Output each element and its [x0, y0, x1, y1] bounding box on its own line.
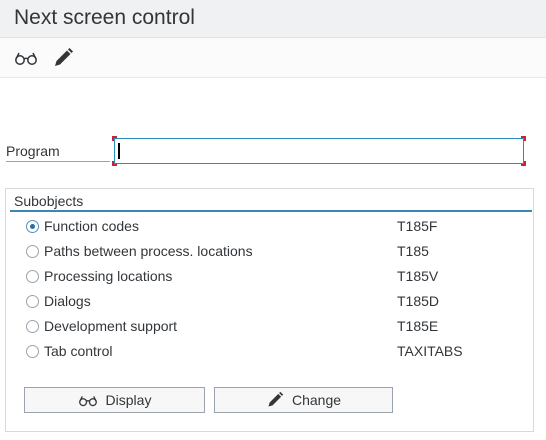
- text-cursor: [118, 143, 120, 159]
- radio-label: Processing locations: [44, 268, 173, 284]
- radio-label: Tab control: [44, 343, 113, 359]
- radio-paths-between-process-locations[interactable]: Paths between process. locations T185: [26, 241, 526, 263]
- radio-tab-control[interactable]: Tab control TAXITABS: [26, 341, 526, 363]
- display-button-label: Display: [105, 392, 152, 408]
- radio-label: Development support: [44, 318, 178, 334]
- change-button[interactable]: Change: [214, 387, 393, 413]
- radio-button[interactable]: [26, 320, 39, 333]
- glasses-icon: [15, 52, 37, 65]
- table-code: T185: [397, 243, 429, 259]
- program-input[interactable]: [114, 138, 524, 164]
- pencil-icon: [55, 48, 73, 66]
- program-label: Program: [6, 143, 110, 162]
- pencil-icon: [268, 391, 284, 407]
- change-toolbar-button[interactable]: [50, 46, 76, 70]
- glasses-icon: [78, 395, 97, 406]
- display-button[interactable]: Display: [24, 387, 205, 413]
- page-title: Next screen control: [14, 6, 195, 29]
- group-title-underline: [10, 210, 532, 212]
- radio-button[interactable]: [26, 220, 39, 233]
- radio-button[interactable]: [26, 270, 39, 283]
- radio-button[interactable]: [26, 345, 39, 358]
- table-code: TAXITABS: [397, 343, 463, 359]
- radio-function-codes[interactable]: Function codes T185F: [26, 216, 526, 238]
- change-button-label: Change: [291, 392, 342, 408]
- toolbar: [0, 38, 546, 78]
- table-code: T185F: [397, 218, 438, 234]
- radio-dialogs[interactable]: Dialogs T185D: [26, 291, 526, 313]
- required-marker: [521, 136, 526, 141]
- required-marker: [112, 161, 117, 166]
- radio-label: Paths between process. locations: [44, 243, 253, 259]
- radio-label: Dialogs: [44, 293, 91, 309]
- radio-processing-locations[interactable]: Processing locations T185V: [26, 266, 526, 288]
- radio-label: Function codes: [44, 218, 139, 234]
- table-code: T185D: [397, 293, 440, 309]
- subobjects-title: Subobjects: [14, 193, 84, 209]
- required-marker: [112, 136, 117, 141]
- radio-button[interactable]: [26, 295, 39, 308]
- radio-button[interactable]: [26, 245, 39, 258]
- display-toolbar-button[interactable]: [13, 46, 39, 70]
- table-code: T185V: [397, 268, 439, 284]
- required-marker: [521, 161, 526, 166]
- title-bar: Next screen control: [0, 0, 546, 38]
- radio-development-support[interactable]: Development support T185E: [26, 316, 526, 338]
- program-row: Program: [0, 136, 546, 166]
- table-code: T185E: [397, 318, 439, 334]
